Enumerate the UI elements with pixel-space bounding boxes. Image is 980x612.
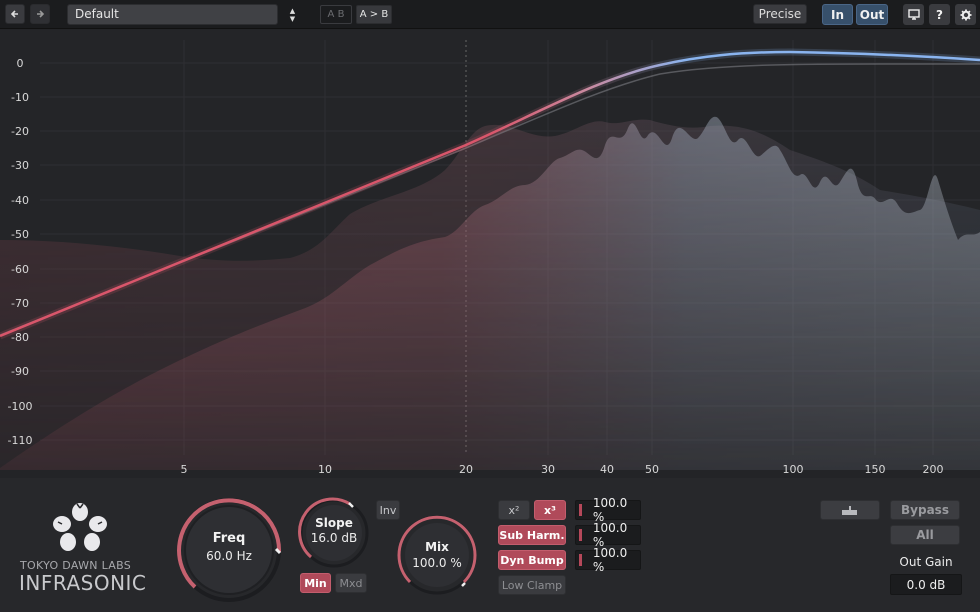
db-label: -40 — [11, 194, 29, 207]
ab-copy-button[interactable]: A > B — [356, 5, 392, 24]
freq-knob[interactable]: Freq 60.0 Hz — [176, 497, 282, 603]
db-label: 0 — [16, 57, 24, 70]
arrow-right-icon — [37, 10, 45, 18]
slope-value: 16.0 dB — [310, 531, 358, 545]
x3-amount-value: 100.0 % — [592, 496, 628, 524]
control-panel — [0, 478, 980, 612]
spectrum-svg — [0, 40, 980, 470]
level-bar — [579, 554, 582, 566]
db-label: -70 — [11, 297, 29, 310]
db-label: -60 — [11, 263, 29, 276]
db-label: -80 — [11, 331, 29, 344]
db-label: -20 — [11, 125, 29, 138]
db-label: -10 — [11, 91, 29, 104]
preset-selector[interactable]: Default — [67, 4, 278, 25]
hz-label: 40 — [600, 463, 614, 476]
x3-button[interactable]: x³ — [534, 500, 566, 520]
listen-button[interactable] — [820, 500, 880, 520]
product-name: INFRASONIC — [19, 571, 147, 595]
db-label: -50 — [11, 228, 29, 241]
display-button[interactable] — [903, 4, 924, 25]
help-button[interactable]: ? — [929, 4, 950, 25]
arrow-left-icon — [10, 10, 18, 18]
hz-label: 50 — [645, 463, 659, 476]
dyn-bump-amount-value: 100.0 % — [592, 546, 628, 574]
preset-stepper[interactable]: ▲ ▼ — [282, 4, 303, 25]
out-meter-button[interactable]: Out — [856, 4, 888, 25]
db-label: -110 — [7, 434, 33, 447]
hz-label: 10 — [318, 463, 332, 476]
slope-title: Slope — [315, 516, 353, 530]
hand-pointer-icon — [842, 506, 857, 515]
top-toolbar: Default ▲ ▼ A B A > B Precise In Out ? — [0, 0, 980, 29]
x2-button[interactable]: x² — [498, 500, 530, 520]
mixed-phase-button[interactable]: Mxd — [335, 573, 367, 593]
hz-label: 200 — [922, 463, 944, 476]
dyn-bump-amount-field[interactable]: 100.0 % — [575, 546, 641, 574]
level-bar — [579, 529, 582, 541]
hz-label: 5 — [180, 463, 188, 476]
settings-button[interactable] — [955, 4, 976, 25]
freq-value: 60.0 Hz — [206, 549, 252, 563]
db-label: -100 — [7, 400, 33, 413]
hz-label: 100 — [782, 463, 804, 476]
out-gain-field[interactable]: 0.0 dB — [890, 574, 962, 595]
ab-toggle-button[interactable]: A B — [320, 5, 352, 24]
slope-knob[interactable]: Slope 16.0 dB — [298, 497, 370, 569]
freq-title: Freq — [212, 531, 246, 546]
level-bar — [579, 504, 582, 516]
hz-label: 30 — [541, 463, 555, 476]
spectrum-graph[interactable]: 0 -10 -20 -30 -40 -50 -60 -70 -80 -90 -1… — [0, 30, 980, 470]
chevron-down-icon[interactable]: ▼ — [290, 15, 295, 23]
x3-amount-field[interactable]: 100.0 % — [575, 496, 641, 524]
dyn-bump-button[interactable]: Dyn Bump — [498, 550, 566, 570]
all-button[interactable]: All — [890, 525, 960, 545]
monitor-icon — [907, 9, 920, 20]
mix-title: Mix — [425, 540, 449, 554]
in-meter-button[interactable]: In — [822, 4, 853, 25]
precise-button[interactable]: Precise — [753, 4, 807, 24]
bypass-button[interactable]: Bypass — [890, 500, 960, 520]
sub-harm-button[interactable]: Sub Harm. — [498, 525, 566, 545]
sub-harm-amount-field[interactable]: 100.0 % — [575, 521, 641, 549]
db-label: -90 — [11, 365, 29, 378]
out-gain-label: Out Gain — [899, 555, 953, 569]
mix-value: 100.0 % — [412, 556, 462, 570]
previous-preset-button[interactable] — [5, 4, 25, 24]
gear-icon — [960, 9, 971, 20]
chevron-up-icon[interactable]: ▲ — [290, 7, 295, 15]
next-preset-button[interactable] — [30, 4, 50, 24]
hz-label: 150 — [864, 463, 886, 476]
hz-label: 20 — [459, 463, 473, 476]
sub-harm-amount-value: 100.0 % — [592, 521, 628, 549]
flower-logo-icon — [53, 503, 107, 551]
min-phase-button[interactable]: Min — [300, 573, 331, 593]
low-clamp-button[interactable]: Low Clamp — [498, 575, 566, 595]
mix-knob[interactable]: Mix 100.0 % — [396, 514, 478, 596]
db-label: -30 — [11, 159, 29, 172]
